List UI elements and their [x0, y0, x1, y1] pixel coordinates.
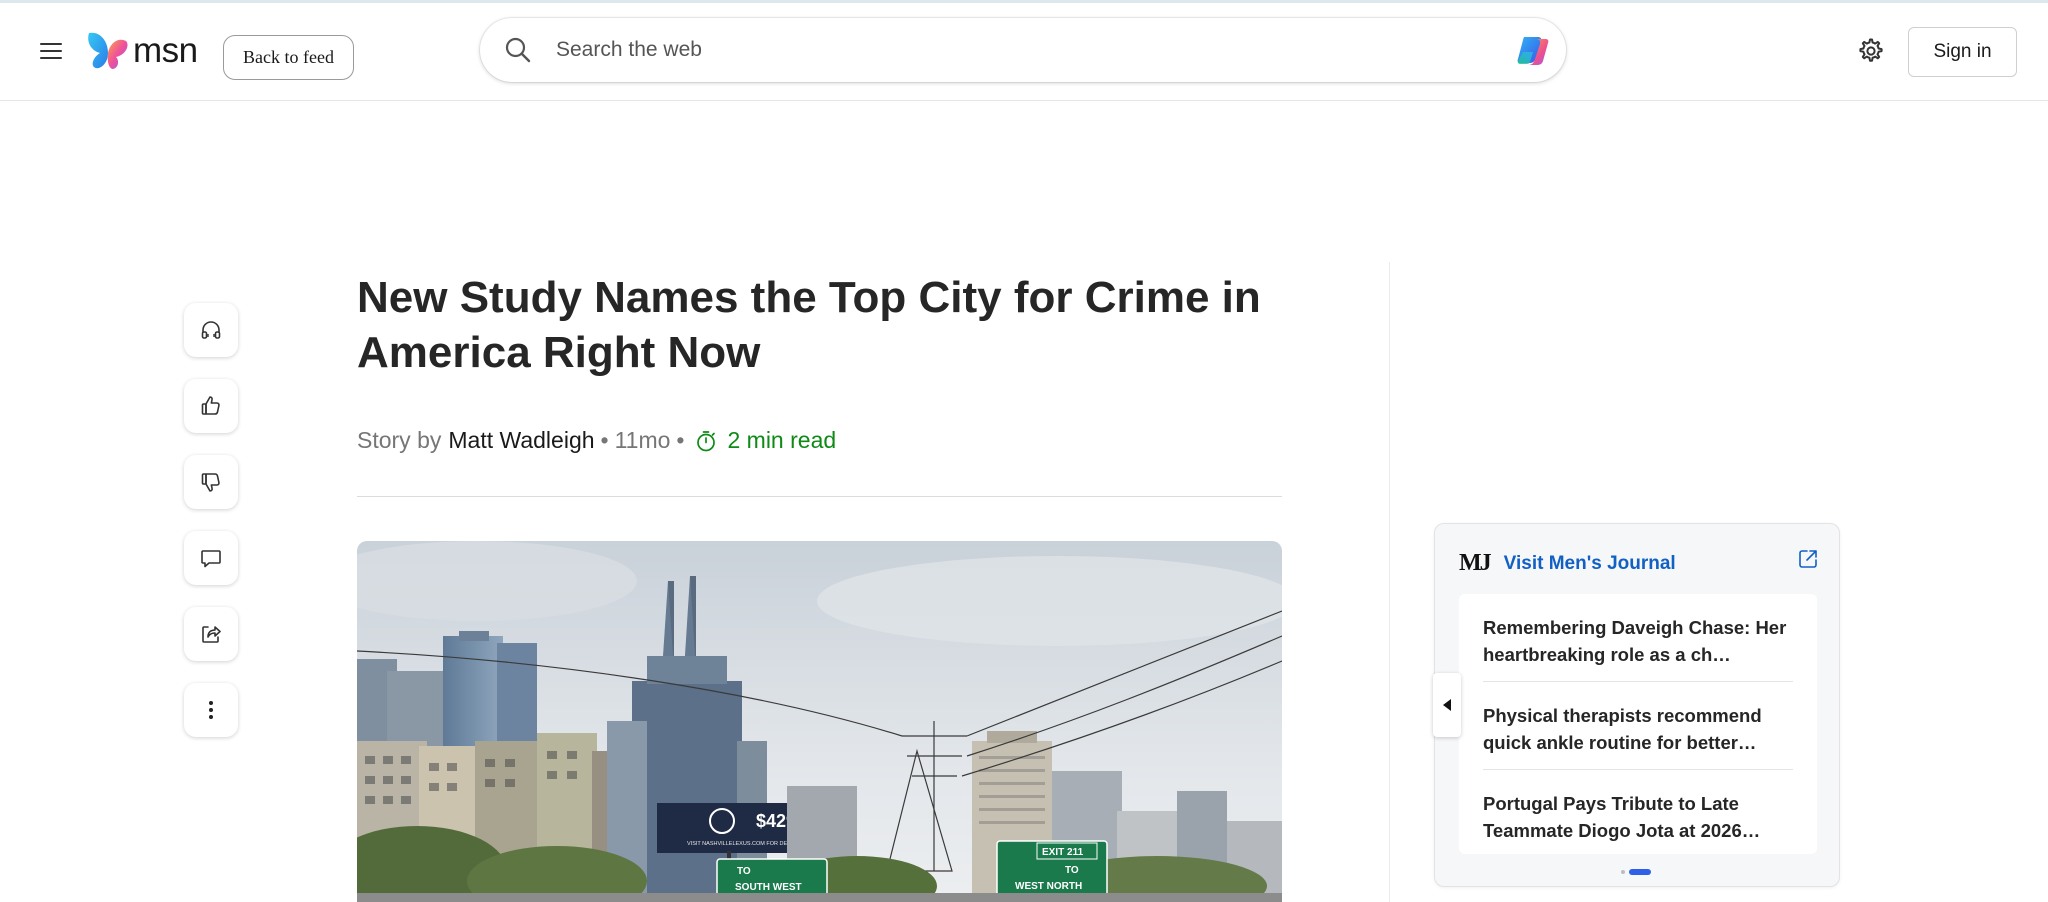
thumbs-up-icon	[201, 396, 220, 415]
msn-logo[interactable]: msn	[86, 27, 198, 75]
dislike-button[interactable]	[184, 455, 238, 509]
external-link-icon[interactable]	[1797, 548, 1819, 570]
share-icon	[202, 626, 221, 643]
publisher-card-header: MJ Visit Men's Journal	[1459, 550, 1676, 577]
story-title: Portugal Pays Tribute to Late Teammate D…	[1483, 793, 1761, 841]
pagination-dot-active[interactable]	[1629, 869, 1651, 875]
sign-in-button[interactable]: Sign in	[1908, 27, 2017, 77]
nashville-skyline-photo: $429 VISIT NASHVILLELEXUS.COM FOR DETAIL…	[357, 541, 1282, 902]
thumbs-down-icon	[201, 473, 220, 492]
story-by-label: Story by	[357, 427, 442, 453]
publisher-story-list: Remembering Daveigh Chase: Her heartbrea…	[1459, 594, 1817, 854]
visit-publisher-link[interactable]: Visit Men's Journal	[1504, 553, 1676, 575]
top-bar: msn Back to feed Search the web Sign in	[0, 3, 2048, 101]
read-time: 2 min read	[694, 427, 836, 454]
list-item[interactable]: Portugal Pays Tribute to Late Teammate D…	[1483, 770, 1793, 857]
carousel-prev-button[interactable]	[1433, 673, 1461, 737]
article-byline: Story by Matt Wadleigh • 11mo • 2 min re…	[357, 427, 836, 454]
like-button[interactable]	[184, 379, 238, 433]
carousel-pagination	[1621, 869, 1655, 875]
article-action-rail	[184, 303, 240, 759]
read-time-label: 2 min read	[727, 427, 837, 453]
more-options-button[interactable]	[184, 683, 238, 737]
menu-icon[interactable]	[40, 43, 62, 61]
search-input[interactable]	[556, 32, 1456, 68]
listen-button[interactable]	[184, 303, 238, 357]
mens-journal-logo: MJ	[1459, 550, 1492, 576]
article-title: New Study Names the Top City for Crime i…	[357, 273, 1261, 377]
article-hero-image[interactable]: $429 VISIT NASHVILLELEXUS.COM FOR DETAIL…	[357, 541, 1282, 902]
copilot-icon[interactable]	[1514, 32, 1552, 70]
billboard-url: VISIT NASHVILLELEXUS.COM FOR DETAILS	[687, 841, 802, 847]
sign-right-exit: EXIT 211	[1042, 847, 1084, 858]
butterfly-icon	[88, 32, 128, 69]
more-vertical-icon	[209, 701, 213, 719]
article-age: 11mo	[614, 427, 671, 453]
list-item[interactable]: Physical therapists recommend quick ankl…	[1483, 682, 1793, 770]
search-bar[interactable]	[480, 18, 1566, 82]
sign-right-top: TO	[1065, 865, 1079, 876]
sign-right-dirs: WEST NORTH	[1015, 881, 1082, 892]
byline-divider	[357, 496, 1282, 497]
search-icon[interactable]	[504, 36, 532, 64]
settings-gear-icon[interactable]	[1856, 37, 1884, 65]
share-button[interactable]	[184, 607, 238, 661]
headphones-icon	[201, 321, 221, 339]
separator-dot: •	[600, 427, 609, 453]
comment-icon	[201, 550, 221, 568]
column-separator	[1389, 262, 1390, 902]
caret-left-icon	[1443, 699, 1451, 711]
timer-icon	[697, 430, 716, 451]
sign-left-top: TO	[737, 866, 751, 877]
story-title: Physical therapists recommend quick ankl…	[1483, 705, 1762, 753]
story-title: Remembering Daveigh Chase: Her heartbrea…	[1483, 617, 1787, 665]
sign-left-dirs: SOUTH WEST	[735, 882, 802, 893]
publisher-card: MJ Visit Men's Journal Remembering Davei…	[1433, 523, 1840, 887]
back-to-feed-button[interactable]: Back to feed	[223, 35, 354, 80]
logo-text: msn	[133, 31, 198, 70]
pagination-dot[interactable]	[1621, 870, 1625, 874]
comment-button[interactable]	[184, 531, 238, 585]
author-name[interactable]: Matt Wadleigh	[448, 427, 594, 454]
list-item[interactable]: Remembering Daveigh Chase: Her heartbrea…	[1483, 594, 1793, 682]
separator-dot: •	[676, 427, 685, 453]
